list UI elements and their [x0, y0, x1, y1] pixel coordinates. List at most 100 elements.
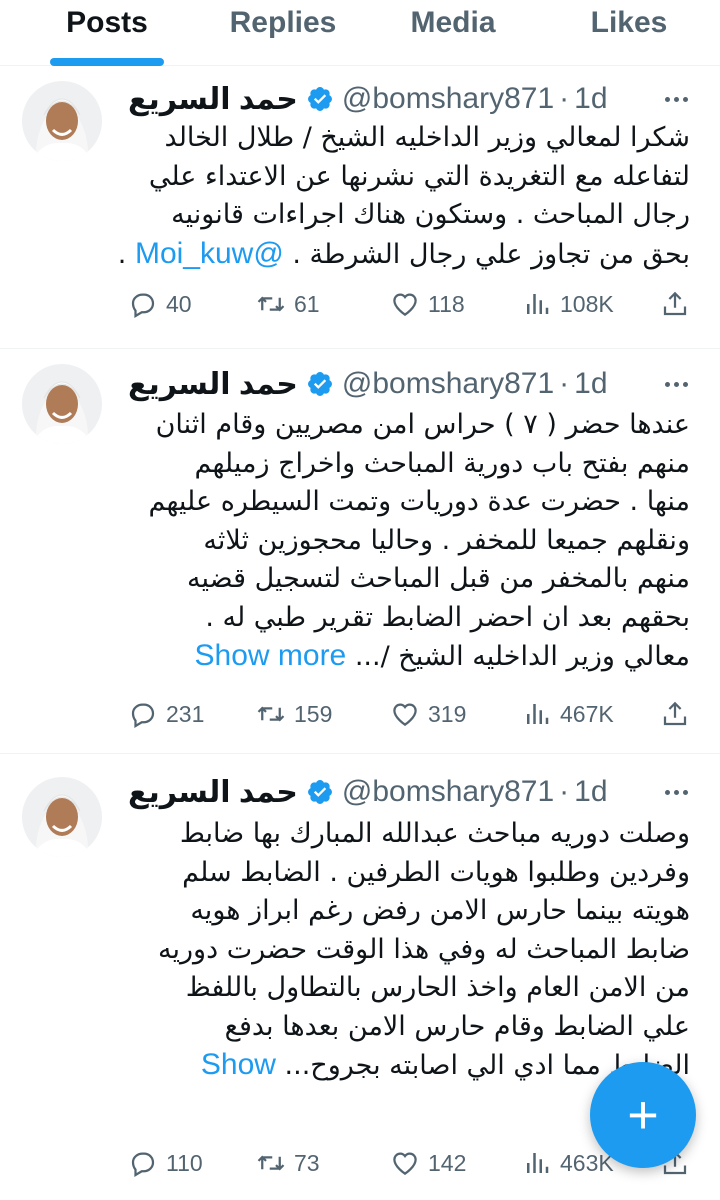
tweet-text: وصلت دوريه مباحث عبدالله المبارك بها ضاب… — [128, 815, 690, 1086]
repost-count: 159 — [294, 700, 333, 727]
tweet-line: شكرا لمعالي وزير الداخليه الشيخ / طلال ا… — [164, 122, 690, 153]
avatar-image — [22, 777, 102, 857]
share-button[interactable] — [660, 284, 690, 324]
verified-badge-icon — [307, 372, 332, 396]
reply-button[interactable]: 231 — [128, 694, 204, 734]
tweet-line: ونقلهم جميعا للمخفر . وحاليا محجوزين ثلا… — [203, 524, 690, 556]
avatar-image — [22, 364, 102, 444]
reply-button[interactable]: 40 — [128, 284, 192, 324]
tab-likes[interactable]: Likes — [574, 0, 684, 66]
reply-icon — [131, 293, 155, 318]
tweet-timestamp[interactable]: 1d — [574, 367, 607, 401]
reply-count: 110 — [166, 1149, 203, 1176]
tweet-line: بحق من تجاوز علي رجال الشرطة . — [292, 238, 690, 270]
view-count: 467K — [560, 700, 614, 727]
more-options-icon[interactable] — [656, 370, 696, 398]
share-button[interactable] — [660, 694, 690, 734]
tweet-trailing-punct: . — [117, 238, 127, 270]
tweet[interactable]: حمد السريع @bomshary871 · 1d عندها حضر (… — [0, 350, 720, 754]
like-button[interactable]: 118 — [390, 284, 465, 324]
tweet-line: وصلت دوريه مباحث عبدالله المبارك بها ضاب… — [179, 818, 690, 849]
repost-icon — [257, 1155, 285, 1171]
author-name[interactable]: حمد السريع — [128, 775, 298, 810]
tweet-timestamp[interactable]: 1d — [574, 82, 607, 116]
share-icon — [663, 291, 687, 316]
author-handle[interactable]: @bomshary871 — [342, 82, 554, 116]
separator-dot: · — [559, 775, 570, 808]
verified-badge-icon — [307, 780, 332, 804]
tweet-header: حمد السريع @bomshary871 · 1d — [128, 79, 610, 119]
reply-button[interactable]: 110 — [128, 1143, 203, 1183]
author-handle[interactable]: @bomshary871 — [342, 367, 554, 401]
tweet-line: لتفاعله مع التغريدة التي نشرنها عن الاعت… — [148, 160, 690, 192]
repost-count: 73 — [294, 1149, 320, 1176]
tweet-line: عندها حضر ( ٧ ) حراس امن مصريين وقام اثن… — [155, 409, 690, 440]
share-icon — [663, 701, 687, 726]
reply-count: 40 — [166, 290, 192, 317]
compose-post-button[interactable]: + — [590, 1062, 696, 1168]
views-button[interactable]: 108K — [522, 284, 614, 324]
avatar[interactable] — [22, 81, 102, 161]
like-button[interactable]: 319 — [390, 694, 466, 734]
views-button[interactable]: 467K — [522, 694, 614, 734]
like-button[interactable]: 142 — [390, 1143, 466, 1183]
tweet-actions: 231 159 319 467K — [128, 694, 696, 734]
tab-replies-label: Replies — [229, 6, 337, 39]
tab-likes-label: Likes — [590, 6, 668, 39]
more-options-icon[interactable] — [656, 85, 696, 113]
repost-button[interactable]: 159 — [256, 694, 332, 734]
like-count: 142 — [428, 1149, 467, 1176]
author-name[interactable]: حمد السريع — [128, 367, 298, 402]
repost-icon — [257, 296, 285, 312]
tab-posts[interactable]: Posts — [22, 0, 192, 66]
tweet-line: علي الضابط وقام حارس الامن بعدها بدفع — [224, 1010, 690, 1042]
like-count: 118 — [428, 290, 465, 317]
reply-icon — [131, 1152, 155, 1177]
tab-media[interactable]: Media — [392, 0, 514, 66]
tweet-timestamp[interactable]: 1d — [574, 775, 607, 809]
reply-icon — [131, 703, 155, 728]
more-options-icon[interactable] — [656, 778, 696, 806]
tweet-actions: 40 61 118 108K — [128, 284, 696, 324]
plus-icon: + — [627, 1085, 659, 1145]
tweet-line: معالي وزير الداخليه الشيخ /... — [354, 641, 690, 672]
author-name[interactable]: حمد السريع — [128, 82, 298, 117]
tweet-line: منهم بفتح باب دورية المباحث واخراج زميله… — [194, 447, 691, 479]
repost-icon — [257, 706, 285, 722]
heart-icon — [393, 293, 417, 316]
repost-count: 61 — [294, 290, 320, 317]
tweet-line: منها . حضرت عدة دوريات وتمت السيطره عليه… — [148, 486, 691, 517]
views-icon — [527, 1153, 549, 1173]
tweet-text: عندها حضر ( ٧ ) حراس امن مصريين وقام اثن… — [128, 406, 691, 677]
avatar[interactable] — [22, 364, 102, 444]
tweet-line: من الامن العام واخذ الحارس بالتطاول بالل… — [185, 972, 690, 1003]
avatar[interactable] — [22, 777, 102, 857]
tweet-line: وفردين وطلبوا هويات الطرفين . الضابط سلم — [182, 856, 690, 888]
tab-media-label: Media — [410, 6, 496, 39]
show-more-link[interactable]: Show — [201, 1048, 276, 1081]
tweet-line-with-show-more: معالي وزير الداخليه الشيخ /... Show more — [128, 637, 690, 677]
tweet-header: حمد السريع @bomshary871 · 1d — [128, 364, 610, 404]
tab-posts-label: Posts — [66, 6, 148, 39]
mention-link[interactable]: @Moi_kuw — [135, 237, 284, 270]
tweet-line-with-mention: بحق من تجاوز علي رجال الشرطة . @Moi_kuw … — [118, 235, 690, 275]
tweet-line: ضابط المباحث له وفي هذا الوقت حضرت دوريه — [158, 933, 690, 965]
like-count: 319 — [428, 700, 467, 727]
repost-button[interactable]: 61 — [256, 284, 320, 324]
verified-badge-icon — [307, 87, 332, 111]
show-more-link[interactable]: Show more — [195, 639, 347, 672]
tab-replies[interactable]: Replies — [208, 0, 358, 66]
tweet-text: شكرا لمعالي وزير الداخليه الشيخ / طلال ا… — [118, 119, 690, 275]
tweet-line: بحقهم بعد ان احضر الضابط تقرير طبي له . — [205, 601, 690, 633]
tweet[interactable]: حمد السريع @bomshary871 · 1d شكرا لمعالي… — [0, 67, 720, 349]
view-count: 108K — [560, 290, 614, 317]
tweet-line: هويته بينما حارس الامن رفض رغم ابراز هوي… — [190, 895, 690, 926]
views-button[interactable]: 463K — [522, 1143, 614, 1183]
profile-tabs: Posts Replies Media Likes — [0, 0, 720, 66]
tweet-line: رجال المباحث . وستكون هناك اجراءات قانون… — [171, 199, 690, 230]
tweet-header: حمد السريع @bomshary871 · 1d — [128, 772, 610, 812]
repost-button[interactable]: 73 — [256, 1143, 320, 1183]
heart-icon — [393, 1152, 417, 1175]
separator-dot: · — [559, 82, 570, 115]
author-handle[interactable]: @bomshary871 — [342, 775, 554, 809]
